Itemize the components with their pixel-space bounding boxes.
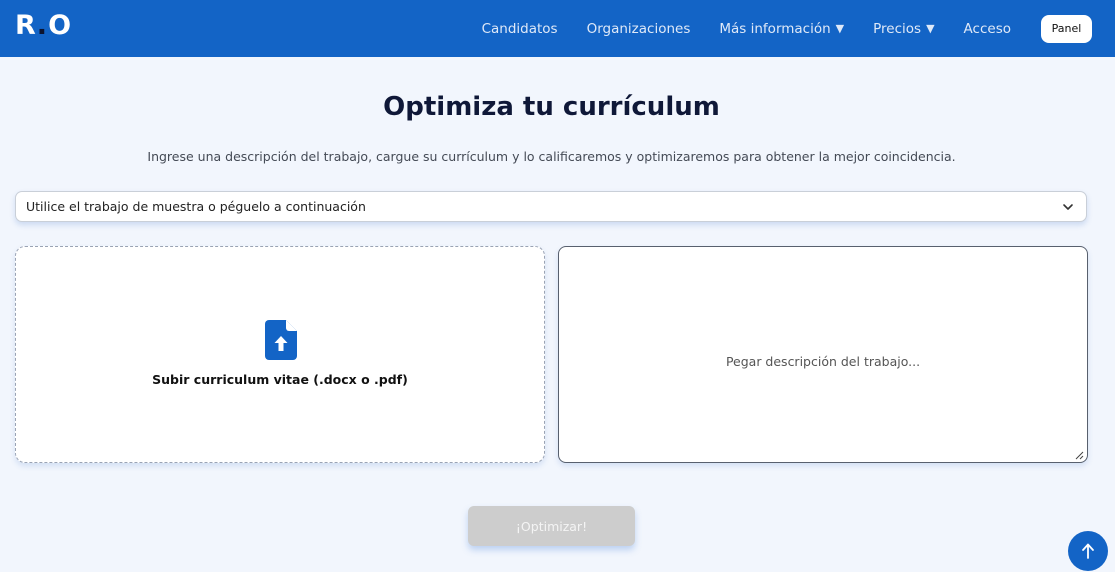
page-subtitle: Ingrese una descripción del trabajo, car… xyxy=(147,149,956,164)
logo-letter-o: O xyxy=(48,10,72,41)
logo[interactable]: R.O xyxy=(15,10,71,42)
optimize-button[interactable]: ¡Optimizar! xyxy=(468,506,635,546)
caret-down-icon: ▼ xyxy=(835,22,845,35)
logo-dot: . xyxy=(36,10,48,41)
page-title: Optimiza tu currículum xyxy=(383,92,720,122)
nav-links: Candidatos Organizaciones Más informació… xyxy=(482,0,1115,57)
resume-upload-dropzone[interactable]: Subir curriculum vitae (.docx o .pdf) xyxy=(15,246,545,463)
logo-letter-r: R xyxy=(15,10,36,41)
nav-item-label: Candidatos xyxy=(481,20,558,37)
job-description-input[interactable] xyxy=(558,246,1088,463)
scroll-to-top-button[interactable] xyxy=(1068,531,1108,571)
nav-item-label: Más información xyxy=(719,20,831,37)
top-navbar: R.O Candidatos Organizaciones Más inform… xyxy=(0,0,1115,57)
caret-down-icon: ▼ xyxy=(926,22,935,35)
upload-label: Subir curriculum vitae (.docx o .pdf) xyxy=(152,372,408,387)
panel-button[interactable]: Panel xyxy=(1041,14,1092,43)
nav-item-organizaciones[interactable]: Organizaciones xyxy=(587,21,691,37)
resize-grip-icon[interactable] xyxy=(1074,450,1084,460)
nav-item-label: Precios xyxy=(873,20,922,37)
job-sample-select[interactable]: Utilice el trabajo de muestra o péguelo … xyxy=(15,191,1087,222)
nav-item-label: Organizaciones xyxy=(586,20,691,37)
chevron-down-icon xyxy=(1063,204,1073,210)
nav-item-label: Acceso xyxy=(963,20,1011,37)
job-sample-select-value: Utilice el trabajo de muestra o péguelo … xyxy=(26,199,366,214)
nav-item-acceso[interactable]: Acceso xyxy=(964,21,1011,37)
nav-item-precios[interactable]: Precios ▼ xyxy=(873,21,934,37)
nav-item-mas-informacion[interactable]: Más información ▼ xyxy=(719,21,844,37)
arrow-up-icon xyxy=(1082,543,1094,559)
file-upload-icon xyxy=(265,320,297,360)
nav-item-candidatos[interactable]: Candidatos xyxy=(482,21,558,37)
